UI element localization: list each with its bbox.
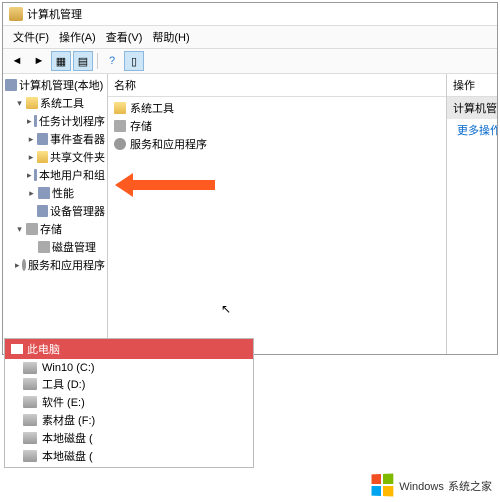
list-item[interactable]: 系统工具 <box>110 99 444 117</box>
folder-icon <box>114 102 126 114</box>
tree-users[interactable]: ▸本地用户和组 <box>5 166 105 184</box>
menu-view[interactable]: 查看(V) <box>102 28 147 46</box>
help-button[interactable]: ? <box>102 51 122 71</box>
expand-icon[interactable]: ▸ <box>15 261 20 270</box>
windows-logo-icon <box>372 474 394 497</box>
drive-icon <box>23 396 37 408</box>
drive-item[interactable]: 本地磁盘 ( <box>5 429 253 447</box>
actions-header: 操作 <box>447 74 497 97</box>
drive-icon <box>23 414 37 426</box>
forward-button[interactable]: ► <box>29 51 49 71</box>
drive-icon <box>23 362 37 374</box>
menu-help[interactable]: 帮助(H) <box>148 28 193 46</box>
column-header-name[interactable]: 名称 <box>108 74 446 97</box>
drive-item[interactable]: Win10 (C:) <box>5 361 253 375</box>
perf-icon <box>38 187 50 199</box>
window-title: 计算机管理 <box>27 6 82 22</box>
app-icon <box>9 7 23 21</box>
tree-diskmgr[interactable]: 磁盘管理 <box>5 238 105 256</box>
actions-pane: 操作 计算机管理(本 更多操作 <box>447 74 497 354</box>
pc-icon <box>11 344 23 354</box>
expand-icon[interactable]: ▸ <box>27 117 32 126</box>
tree-root[interactable]: 计算机管理(本地) <box>5 76 105 94</box>
drive-icon <box>23 378 37 390</box>
menu-action[interactable]: 操作(A) <box>55 28 100 46</box>
drive-icon <box>23 432 37 444</box>
folder-icon <box>26 97 38 109</box>
device-icon <box>37 205 48 217</box>
expand-icon[interactable]: ▸ <box>27 189 36 198</box>
disk-icon <box>38 241 50 253</box>
list-pane: 名称 系统工具 存储 服务和应用程序 <box>108 74 447 354</box>
event-icon <box>37 133 48 145</box>
titlebar: 计算机管理 <box>3 3 497 26</box>
list-item[interactable]: 服务和应用程序 <box>110 135 444 153</box>
view-list-button[interactable]: ▤ <box>73 51 93 71</box>
storage-icon <box>26 223 38 235</box>
collapse-icon[interactable]: ▾ <box>15 225 24 234</box>
cursor-icon: ↖ <box>221 302 231 316</box>
tree-perf[interactable]: ▸性能 <box>5 184 105 202</box>
menu-file[interactable]: 文件(F) <box>9 28 53 46</box>
drive-item[interactable]: 本地磁盘 ( <box>5 447 253 465</box>
collapse-icon[interactable]: ▾ <box>15 99 24 108</box>
explorer-header[interactable]: 此电脑 <box>5 339 253 359</box>
tree-systools[interactable]: ▾系统工具 <box>5 94 105 112</box>
drive-item[interactable]: 软件 (E:) <box>5 393 253 411</box>
drive-icon <box>23 450 37 462</box>
toolbar: ◄ ► ▦ ▤ ? ▯ <box>3 49 497 74</box>
watermark: Windows 系统之家 <box>371 474 492 496</box>
more-actions-link[interactable]: 更多操作 <box>447 119 497 141</box>
tree-eventviewer[interactable]: ▸事件查看器 <box>5 130 105 148</box>
expand-icon[interactable]: ▸ <box>27 171 32 180</box>
pane-button[interactable]: ▯ <box>124 51 144 71</box>
tree-scheduler[interactable]: ▸任务计划程序 <box>5 112 105 130</box>
computer-icon <box>5 79 17 91</box>
tree-pane: 计算机管理(本地) ▾系统工具 ▸任务计划程序 ▸事件查看器 ▸共享文件夹 ▸本… <box>3 74 108 354</box>
menubar: 文件(F) 操作(A) 查看(V) 帮助(H) <box>3 26 497 49</box>
drive-item[interactable]: 素材盘 (F:) <box>5 411 253 429</box>
gear-icon <box>22 259 26 271</box>
folder-icon <box>37 151 48 163</box>
tree-storage[interactable]: ▾存储 <box>5 220 105 238</box>
list-item[interactable]: 存储 <box>110 117 444 135</box>
back-button[interactable]: ◄ <box>7 51 27 71</box>
tree-services[interactable]: ▸服务和应用程序 <box>5 256 105 274</box>
expand-icon[interactable]: ▸ <box>27 153 35 162</box>
tree-shared[interactable]: ▸共享文件夹 <box>5 148 105 166</box>
explorer-panel: 此电脑 Win10 (C:) 工具 (D:) 软件 (E:) 素材盘 (F:) … <box>4 338 254 468</box>
drive-item[interactable]: 工具 (D:) <box>5 375 253 393</box>
users-icon <box>34 169 37 181</box>
storage-icon <box>114 120 126 132</box>
expand-icon[interactable]: ▸ <box>27 135 35 144</box>
gear-icon <box>114 138 126 150</box>
view-large-button[interactable]: ▦ <box>51 51 71 71</box>
tree-devmgr[interactable]: 设备管理器 <box>5 202 105 220</box>
actions-context: 计算机管理(本 <box>447 97 497 119</box>
clock-icon <box>34 115 37 127</box>
